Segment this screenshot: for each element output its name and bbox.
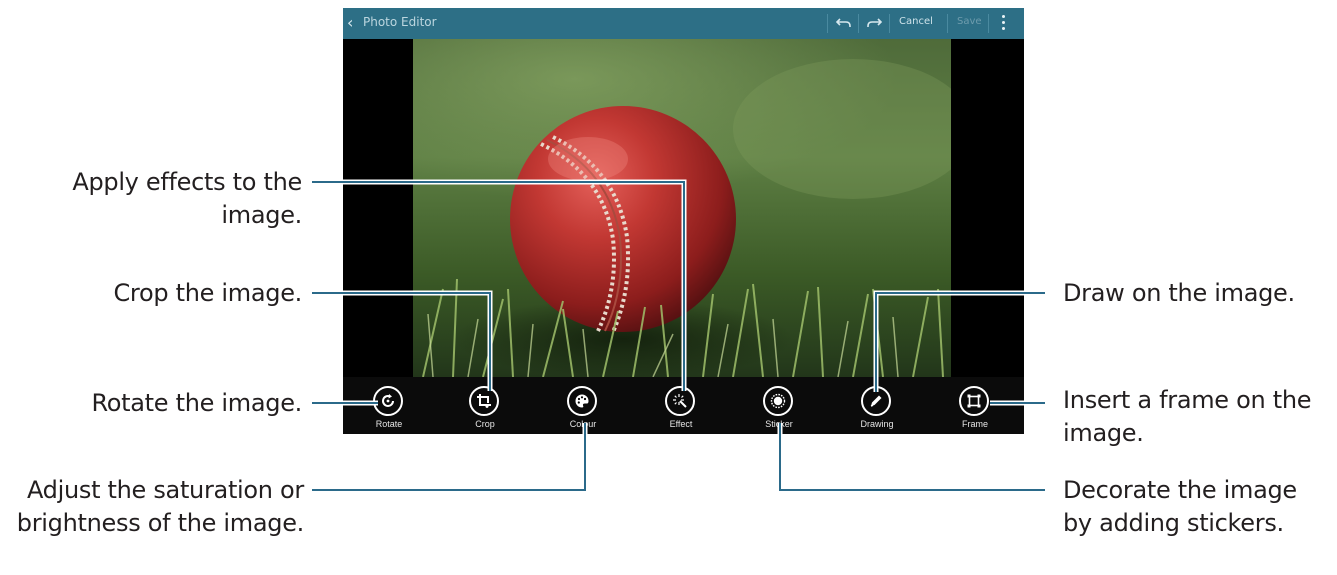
cancel-button[interactable]: Cancel bbox=[899, 16, 933, 27]
drawing-button[interactable]: Drawing bbox=[837, 377, 917, 434]
divider bbox=[889, 14, 890, 33]
action-bar: ‹ Photo Editor Cancel Save bbox=[343, 8, 1024, 39]
tool-label: Colour bbox=[569, 419, 597, 429]
pencil-icon bbox=[861, 386, 891, 416]
callout-rotate: Rotate the image. bbox=[91, 389, 302, 417]
chevron-left-icon[interactable]: ‹ bbox=[347, 13, 363, 33]
callout-colour: Adjust the saturation or brightness of t… bbox=[16, 476, 305, 537]
tool-label: Crop bbox=[475, 419, 495, 429]
more-vertical-icon[interactable] bbox=[1001, 15, 1007, 33]
tool-label: Sticker bbox=[765, 419, 793, 429]
undo-icon[interactable] bbox=[835, 14, 853, 32]
cricket-ball-photo bbox=[413, 39, 951, 377]
rotate-icon bbox=[373, 386, 403, 416]
frame-button[interactable]: Frame bbox=[935, 377, 1015, 434]
magic-wand-icon bbox=[665, 386, 695, 416]
tool-label: Drawing bbox=[860, 419, 894, 429]
colour-button[interactable]: Colour bbox=[543, 377, 623, 434]
callout-frame: Insert a frame on the image. bbox=[1063, 386, 1312, 447]
palette-icon bbox=[567, 386, 597, 416]
tool-label: Rotate bbox=[375, 419, 403, 429]
divider bbox=[858, 14, 859, 33]
photo-canvas[interactable] bbox=[413, 39, 951, 377]
callout-drawing: Draw on the image. bbox=[1063, 279, 1295, 307]
tool-label: Effect bbox=[669, 419, 693, 429]
crop-button[interactable]: Crop bbox=[445, 377, 525, 434]
app-title: Photo Editor bbox=[363, 15, 437, 29]
divider bbox=[947, 14, 948, 33]
effect-button[interactable]: Effect bbox=[641, 377, 721, 434]
rotate-button[interactable]: Rotate bbox=[349, 377, 429, 434]
tool-label: Frame bbox=[961, 419, 988, 429]
photo-editor-screen: ‹ Photo Editor Cancel Save Rotate Crop C… bbox=[343, 8, 1024, 434]
divider bbox=[988, 14, 989, 33]
callout-sticker: Decorate the image by adding stickers. bbox=[1063, 476, 1297, 537]
sticker-icon bbox=[763, 386, 793, 416]
redo-icon[interactable] bbox=[865, 14, 883, 32]
callout-crop: Crop the image. bbox=[113, 279, 302, 307]
callout-effect: Apply effects to the image. bbox=[72, 168, 302, 229]
divider bbox=[827, 14, 828, 33]
save-button[interactable]: Save bbox=[957, 16, 982, 27]
editor-toolbar: Rotate Crop Colour Effect Sticker Drawin… bbox=[343, 377, 1024, 434]
frame-icon bbox=[959, 386, 989, 416]
crop-icon bbox=[469, 386, 499, 416]
sticker-button[interactable]: Sticker bbox=[739, 377, 819, 434]
